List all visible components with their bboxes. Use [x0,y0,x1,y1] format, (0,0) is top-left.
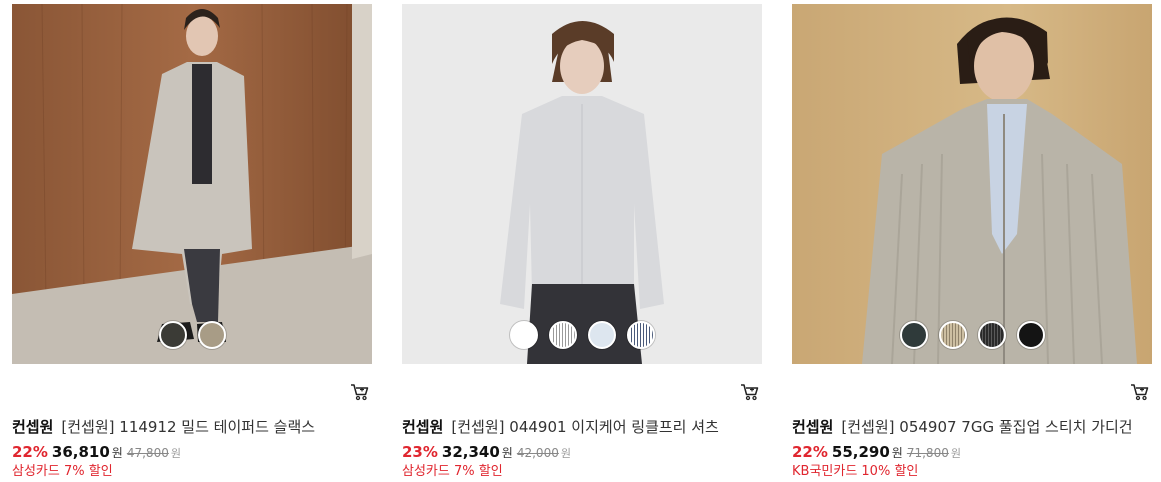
cart-icon[interactable] [740,382,760,402]
discount-rate: 22% [12,443,48,461]
color-swatch[interactable] [509,321,538,349]
color-swatch[interactable] [899,321,928,349]
price-row: 22% 55,290 원 71,800 원 [792,441,961,463]
original-price: 42,000 [516,446,559,460]
color-swatch[interactable] [1016,321,1045,349]
cart-icon[interactable] [1130,382,1150,402]
color-swatches [402,321,762,351]
original-price: 71,800 [906,446,949,460]
currency-unit: 원 [501,446,513,460]
color-swatch[interactable] [548,321,577,349]
color-swatch[interactable] [158,321,187,349]
color-swatch[interactable] [587,321,616,349]
product-name[interactable]: [컨셉원] 054907 7GG 풀집업 스티치 가디건 [841,418,1132,436]
sale-price: 36,810 [51,443,110,461]
product-card[interactable]: 컨셉원 [컨셉원] 044901 이지케어 링클프리 셔츠 23% 32,340 원 4… [402,4,762,481]
product-image[interactable] [402,4,762,364]
color-swatches [12,321,372,351]
product-name[interactable]: [컨셉원] 114912 밀드 테이퍼드 슬랙스 [61,418,315,436]
currency-unit: 원 [950,447,961,460]
product-title[interactable]: 컨셉원 [컨셉원] 044901 이지케어 링클프리 셔츠 [402,415,762,439]
product-name[interactable]: [컨셉원] 044901 이지케어 링클프리 셔츠 [451,418,718,436]
product-title[interactable]: 컨셉원 [컨셉원] 114912 밀드 테이퍼드 슬랙스 [12,415,372,439]
sale-price: 55,290 [831,443,890,461]
color-swatch[interactable] [626,321,655,349]
color-swatches [792,321,1152,351]
card-discount-promo: 삼성카드 7% 할인 [12,464,113,479]
card-discount-promo: KB국민카드 10% 할인 [792,464,919,479]
brand-name: 컨셉원 [402,418,444,436]
currency-unit: 원 [891,446,903,460]
color-swatch[interactable] [197,321,226,349]
discount-rate: 22% [792,443,828,461]
sale-price: 32,340 [441,443,500,461]
discount-rate: 23% [402,443,438,461]
currency-unit: 원 [560,447,571,460]
card-discount-promo: 삼성카드 7% 할인 [402,464,503,479]
color-swatch[interactable] [977,321,1006,349]
product-card[interactable]: 컨셉원 [컨셉원] 114912 밀드 테이퍼드 슬랙스 22% 36,810 원 47… [12,4,372,481]
currency-unit: 원 [170,447,181,460]
original-price: 47,800 [126,446,169,460]
currency-unit: 원 [111,446,123,460]
color-swatch[interactable] [938,321,967,349]
product-image[interactable] [12,4,372,364]
product-title[interactable]: 컨셉원 [컨셉원] 054907 7GG 풀집업 스티치 가디건 [792,415,1152,439]
product-image[interactable] [792,4,1152,364]
price-row: 23% 32,340 원 42,000 원 [402,441,571,463]
price-row: 22% 36,810 원 47,800 원 [12,441,181,463]
product-card[interactable]: 컨셉원 [컨셉원] 054907 7GG 풀집업 스티치 가디건 22% 55,29… [792,4,1152,481]
brand-name: 컨셉원 [12,418,54,436]
brand-name: 컨셉원 [792,418,834,436]
cart-icon[interactable] [350,382,370,402]
